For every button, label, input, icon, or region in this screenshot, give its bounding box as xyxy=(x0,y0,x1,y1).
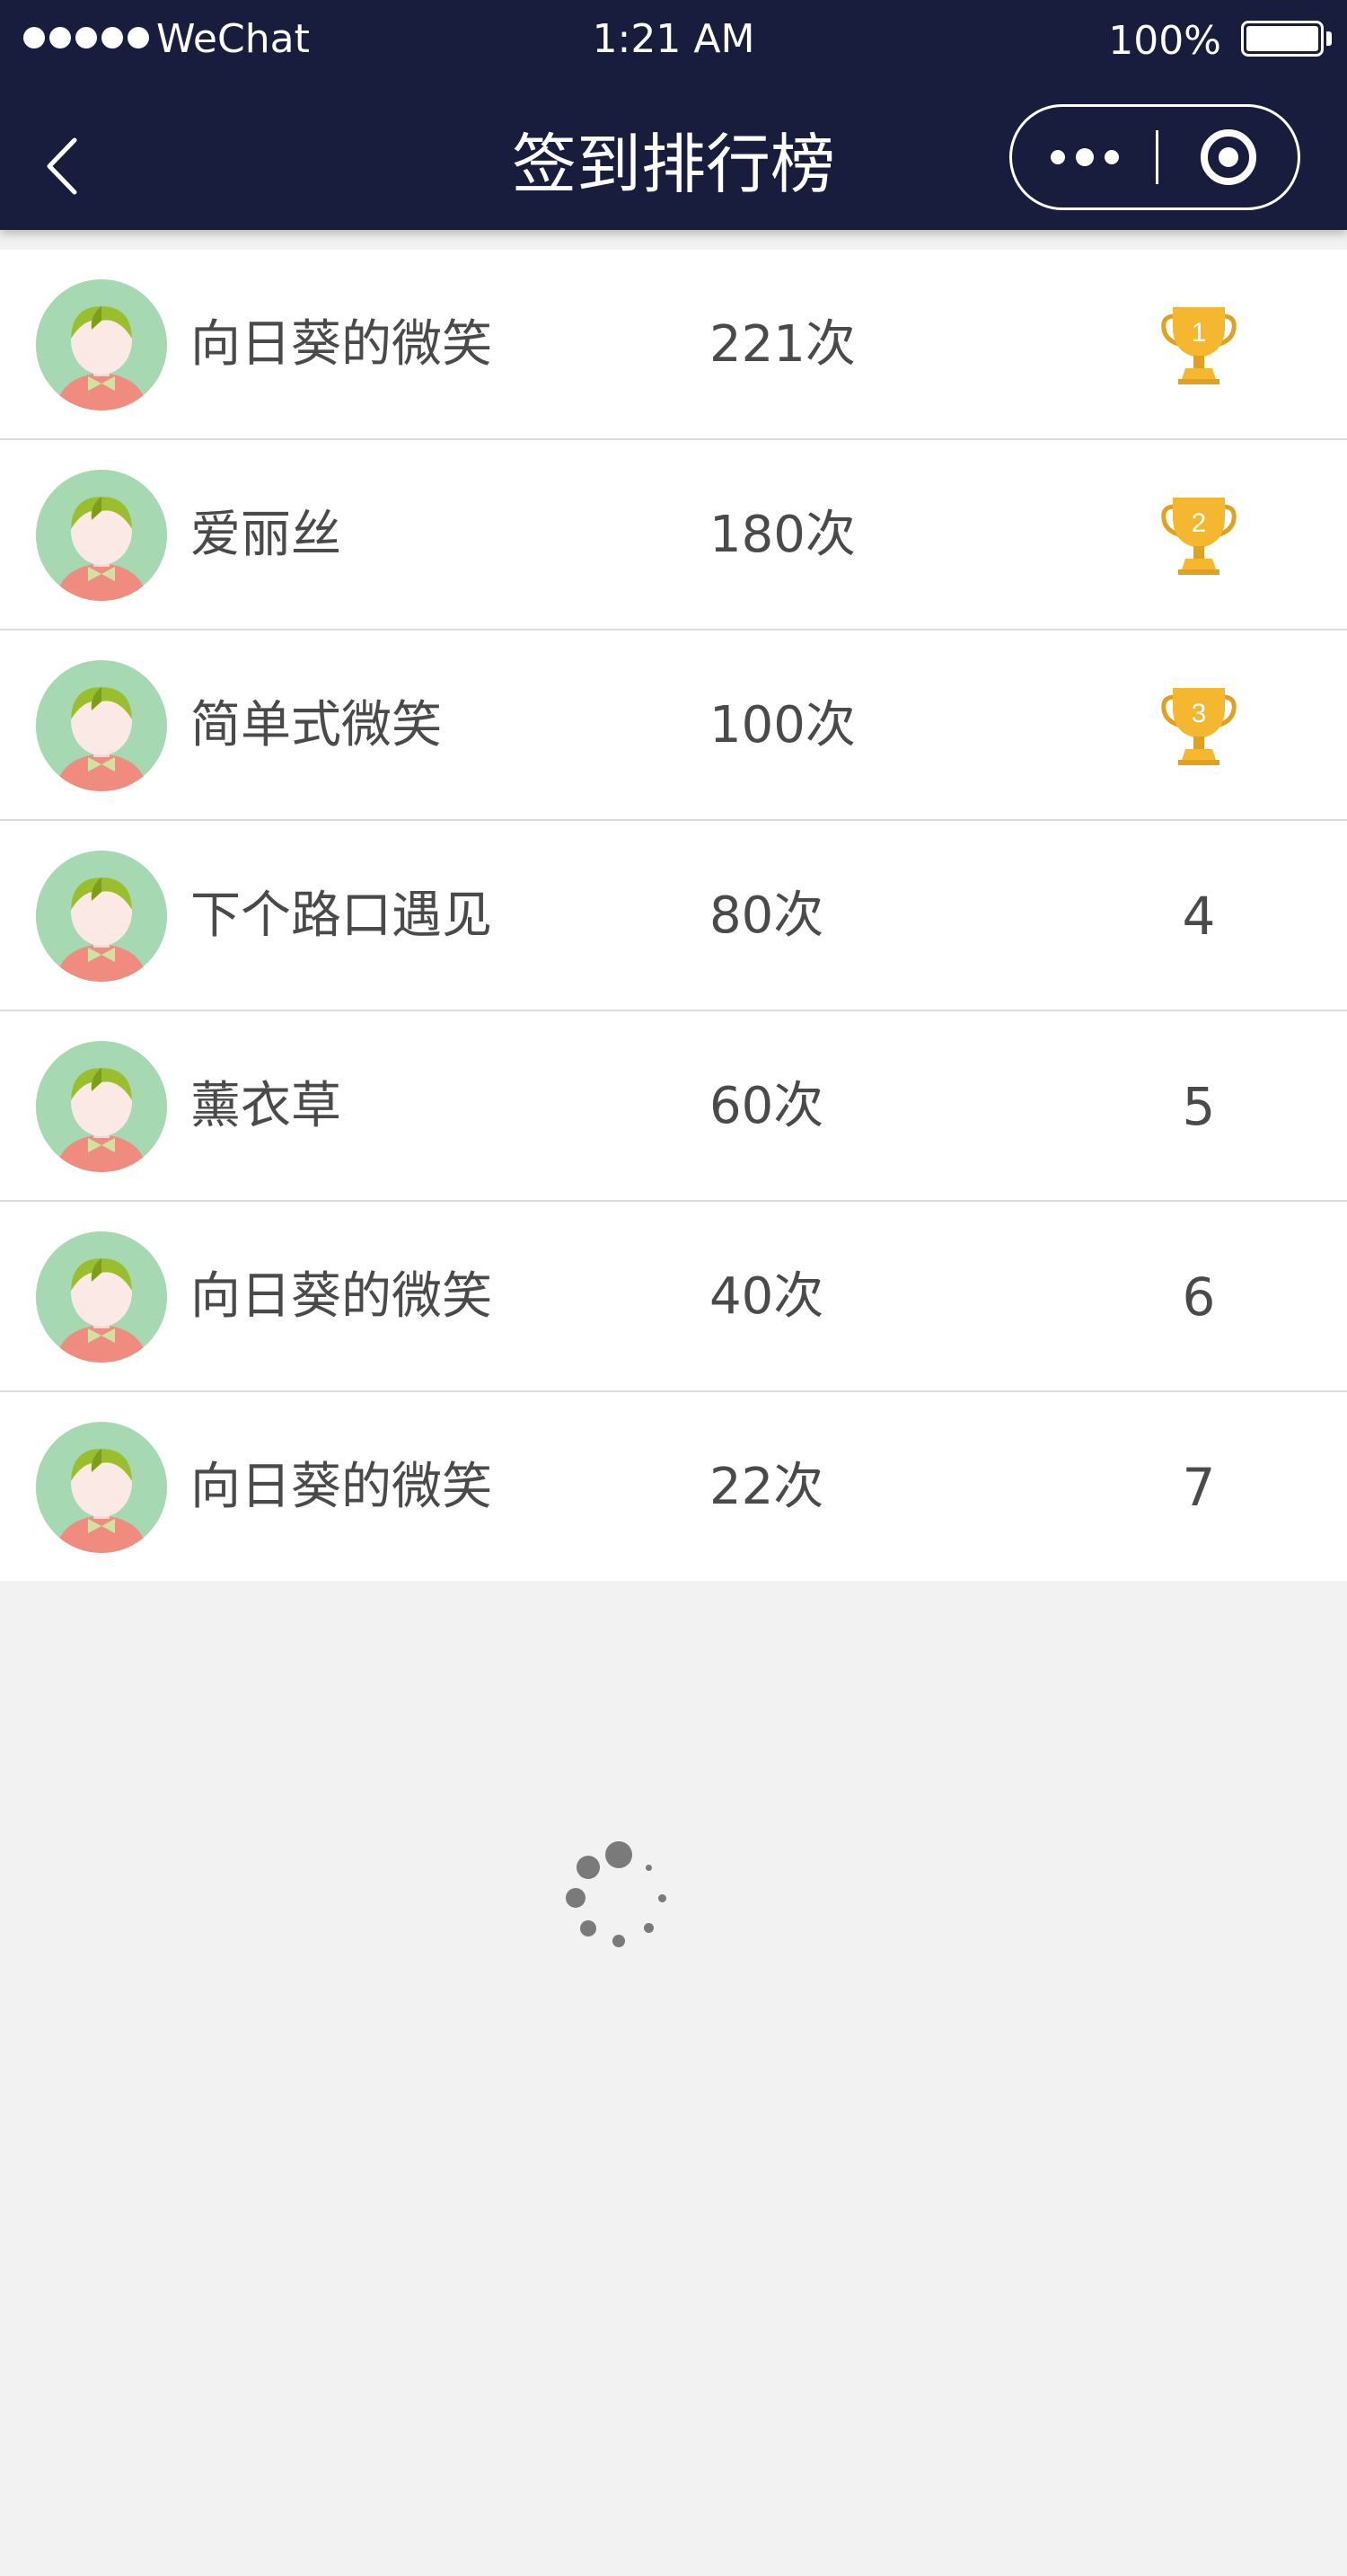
ranking-list: 向日葵的微笑 221次 1 爱丽丝 180次 2 简单式微笑 100次 3 下个路口遇见 80次 4 薰… xyxy=(0,250,1347,1581)
ranking-row[interactable]: 向日葵的微笑 40次 6 xyxy=(0,1202,1347,1392)
spinner-dot xyxy=(612,1935,625,1947)
rank-cell: 2 xyxy=(1131,440,1266,631)
avatar xyxy=(36,1422,167,1553)
spinner-dot xyxy=(577,1856,601,1880)
navigation-header: WeChat 1:21 AM 100% 签到排行榜 xyxy=(0,0,1347,230)
trophy-rank-label: 1 xyxy=(1192,318,1207,348)
rank-cell: 3 xyxy=(1131,631,1266,821)
trophy-icon: 3 xyxy=(1161,688,1237,765)
avatar xyxy=(36,660,167,791)
ranking-row[interactable]: 薰衣草 60次 5 xyxy=(0,1011,1347,1202)
sign-in-count: 60次 xyxy=(709,1077,824,1135)
avatar xyxy=(36,851,167,982)
rank-cell: 1 xyxy=(1131,250,1266,440)
sign-in-count: 22次 xyxy=(709,1458,824,1516)
mini-program-page: WeChat 1:21 AM 100% 签到排行榜 向日葵的微笑 221次 1 爱丽 xyxy=(0,0,1347,2576)
avatar xyxy=(36,1041,167,1172)
user-name: 爱丽丝 xyxy=(190,506,341,564)
user-name: 下个路口遇见 xyxy=(190,887,492,945)
trophy-rank-label: 3 xyxy=(1192,699,1207,728)
spinner-dot xyxy=(657,1893,666,1902)
sign-in-count: 40次 xyxy=(709,1267,824,1326)
rank-cell: 6 xyxy=(1131,1202,1266,1392)
spinner-dot xyxy=(566,1888,585,1908)
battery-icon xyxy=(1241,21,1324,57)
rank-number: 7 xyxy=(1182,1457,1216,1518)
spinner-dot xyxy=(646,1864,653,1871)
rank-cell: 5 xyxy=(1131,1011,1266,1202)
trophy-rank-label: 2 xyxy=(1192,508,1207,538)
rank-number: 5 xyxy=(1182,1076,1216,1137)
ranking-row[interactable]: 向日葵的微笑 22次 7 xyxy=(0,1392,1347,1583)
sign-in-count: 180次 xyxy=(709,506,856,564)
capsule-divider xyxy=(1156,130,1158,184)
ranking-row[interactable]: 下个路口遇见 80次 4 xyxy=(0,821,1347,1011)
rank-number: 6 xyxy=(1182,1266,1216,1328)
rank-number: 4 xyxy=(1182,886,1216,947)
trophy-icon: 1 xyxy=(1161,307,1237,384)
ranking-row[interactable]: 爱丽丝 180次 2 xyxy=(0,440,1347,631)
ranking-row[interactable]: 简单式微笑 100次 3 xyxy=(0,631,1347,821)
spinner-dot xyxy=(605,1841,632,1868)
user-name: 向日葵的微笑 xyxy=(190,1267,492,1326)
more-dots-icon xyxy=(1051,150,1065,164)
ranking-row[interactable]: 向日葵的微笑 221次 1 xyxy=(0,250,1347,440)
battery-tip xyxy=(1326,31,1332,46)
avatar xyxy=(36,470,167,601)
user-name: 向日葵的微笑 xyxy=(190,1458,492,1516)
loading-spinner-icon xyxy=(562,1841,675,1954)
avatar xyxy=(36,1231,167,1363)
more-dots-icon-right xyxy=(1105,150,1119,164)
target-close-icon xyxy=(1201,129,1256,185)
user-name: 薰衣草 xyxy=(190,1077,341,1135)
sign-in-count: 80次 xyxy=(709,887,824,945)
user-name: 简单式微笑 xyxy=(190,696,442,754)
avatar xyxy=(36,279,167,410)
close-button[interactable] xyxy=(1159,107,1298,207)
rank-cell: 7 xyxy=(1131,1392,1266,1583)
more-dots-icon-center xyxy=(1076,148,1094,166)
sign-in-count: 221次 xyxy=(709,315,856,374)
more-button[interactable] xyxy=(1012,107,1158,207)
trophy-icon: 2 xyxy=(1161,498,1237,575)
menu-capsule xyxy=(1009,104,1300,210)
rank-cell: 4 xyxy=(1131,821,1266,1011)
sign-in-count: 100次 xyxy=(709,696,856,754)
user-name: 向日葵的微笑 xyxy=(190,315,492,374)
spinner-dot xyxy=(644,1923,655,1934)
status-bar: WeChat 1:21 AM 100% xyxy=(0,0,1347,79)
battery-percentage: 100% xyxy=(1108,18,1221,64)
spinner-dot xyxy=(580,1919,597,1936)
